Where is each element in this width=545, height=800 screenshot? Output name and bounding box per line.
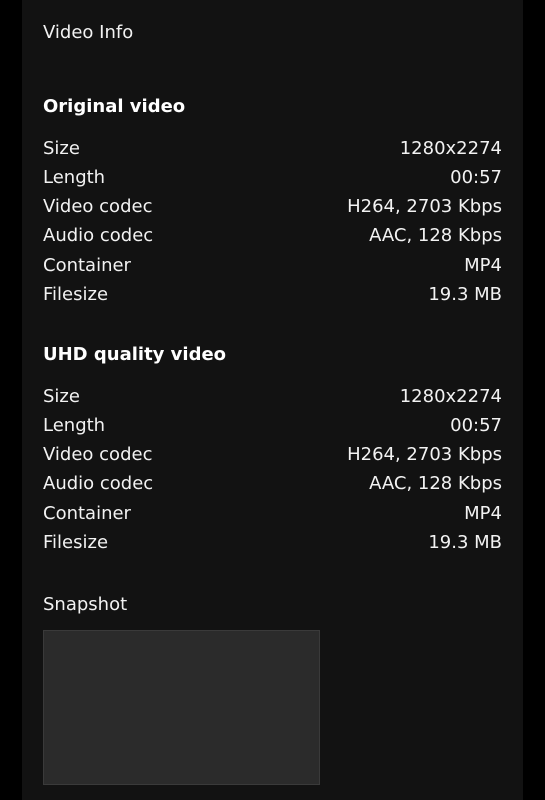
uhd-length-row: Length 00:57: [43, 413, 502, 437]
original-audio-codec-row: Audio codec AAC, 128 Kbps: [43, 223, 502, 247]
uhd-video-codec-row: Video codec H264, 2703 Kbps: [43, 442, 502, 466]
info-label: Audio codec: [43, 472, 154, 494]
info-value: MP4: [464, 254, 502, 276]
info-label: Filesize: [43, 283, 109, 305]
info-label: Video codec: [43, 195, 153, 217]
info-label: Length: [43, 414, 106, 436]
original-length-row: Length 00:57: [43, 165, 502, 189]
info-value: 1280x2274: [399, 137, 502, 159]
info-value: H264, 2703 Kbps: [347, 195, 502, 217]
uhd-video-heading: UHD quality video: [43, 344, 227, 365]
uhd-container-row: Container MP4: [43, 501, 502, 525]
original-container-row: Container MP4: [43, 253, 502, 277]
info-value: AAC, 128 Kbps: [369, 472, 502, 494]
info-label: Length: [43, 166, 106, 188]
info-value: AAC, 128 Kbps: [369, 224, 502, 246]
info-value: 19.3 MB: [428, 531, 502, 553]
info-value: 00:57: [450, 414, 502, 436]
uhd-size-row: Size 1280x2274: [43, 384, 502, 408]
original-video-codec-row: Video codec H264, 2703 Kbps: [43, 194, 502, 218]
info-label: Filesize: [43, 531, 109, 553]
info-value: MP4: [464, 502, 502, 524]
uhd-filesize-row: Filesize 19.3 MB: [43, 530, 502, 554]
video-info-panel: Video Info Original video Size 1280x2274…: [22, 0, 523, 800]
original-size-row: Size 1280x2274: [43, 136, 502, 160]
info-value: 1280x2274: [399, 385, 502, 407]
info-label: Size: [43, 385, 80, 407]
info-label: Audio codec: [43, 224, 154, 246]
panel-title: Video Info: [43, 22, 134, 43]
snapshot-label: Snapshot: [43, 594, 128, 615]
original-video-heading: Original video: [43, 96, 186, 117]
original-filesize-row: Filesize 19.3 MB: [43, 282, 502, 306]
info-label: Container: [43, 502, 131, 524]
info-value: 19.3 MB: [428, 283, 502, 305]
info-value: 00:57: [450, 166, 502, 188]
info-label: Size: [43, 137, 80, 159]
info-value: H264, 2703 Kbps: [347, 443, 502, 465]
info-label: Video codec: [43, 443, 153, 465]
info-label: Container: [43, 254, 131, 276]
snapshot-thumbnail[interactable]: [43, 630, 320, 785]
uhd-audio-codec-row: Audio codec AAC, 128 Kbps: [43, 471, 502, 495]
